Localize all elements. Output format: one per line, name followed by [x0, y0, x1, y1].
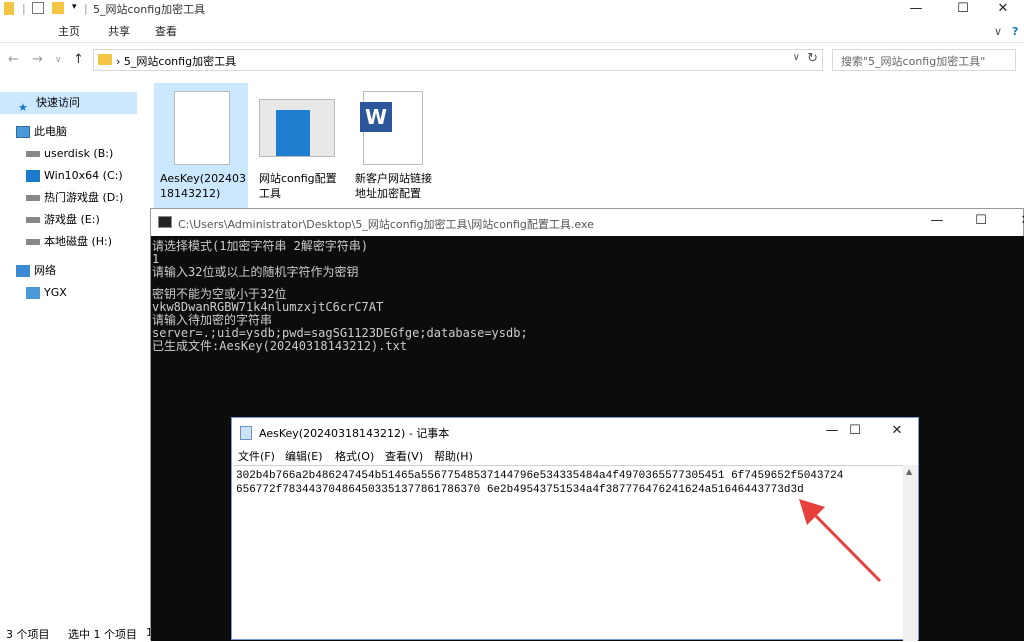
text-file-icon [174, 91, 230, 165]
address-row: ← → ∨ ↑ › 5_网站config加密工具 ∨ ↻ 搜索"5_网站conf… [0, 47, 1024, 75]
folder-icon [98, 54, 112, 65]
notepad-titlebar: AesKey(20240318143212) - 记事本 — ☐ ✕ [232, 418, 918, 446]
nav-this-pc[interactable]: 此电脑 [16, 121, 67, 143]
tab-view[interactable]: 查看 [145, 21, 187, 43]
drive-icon [26, 195, 40, 201]
exe-window-icon [259, 99, 335, 157]
up-icon[interactable]: ↑ [73, 52, 84, 67]
nav-drive-d[interactable]: 热门游戏盘 (D:) [26, 187, 123, 209]
notepad-icon [240, 426, 252, 440]
file-aeskey[interactable]: AesKey(202403 18143212) [154, 83, 248, 208]
customize-qa-icon[interactable]: ▾ [72, 2, 77, 16]
word-doc-icon: W [360, 91, 423, 165]
menu-file[interactable]: 文件(F) [238, 448, 275, 464]
search-input[interactable]: 搜索"5_网站config加密工具" [832, 49, 1016, 71]
notepad-maximize-button[interactable]: ☐ [832, 422, 878, 442]
console-titlebar: C:\Users\Administrator\Desktop\5_网站confi… [151, 209, 1024, 236]
file-label: AesKey(202403 18143212) [160, 172, 247, 200]
close-button[interactable]: ✕ [980, 0, 1024, 20]
nav-label: 热门游戏盘 (D:) [44, 191, 124, 204]
nav-label: YGX [44, 286, 67, 299]
separator: | [84, 2, 88, 15]
drive-icon [26, 151, 40, 157]
file-config-tool[interactable]: 网站config配置 工具 [253, 83, 347, 208]
window-title: 5_网站config加密工具 [93, 3, 206, 16]
windows-drive-icon [26, 170, 40, 182]
nav-drive-e[interactable]: 游戏盘 (E:) [26, 209, 100, 231]
console-title: C:\Users\Administrator\Desktop\5_网站confi… [178, 218, 594, 231]
star-icon: ★ [18, 101, 28, 114]
folder-icon [4, 2, 14, 15]
tab-home[interactable]: 主页 [48, 21, 90, 43]
address-bar[interactable]: › 5_网站config加密工具 ∨ ↻ [93, 49, 823, 71]
nav-label: 网络 [34, 264, 56, 277]
computer-icon [26, 287, 40, 299]
tab-share[interactable]: 共享 [98, 21, 140, 43]
navigation-pane: ★ 快速访问 此电脑 userdisk (B:) Win10x64 (C:) 热门… [0, 88, 150, 640]
drive-icon [26, 217, 40, 223]
separator: | [22, 2, 26, 15]
nav-label: 快速访问 [36, 96, 80, 109]
breadcrumb[interactable]: › 5_网站config加密工具 [116, 53, 236, 69]
menu-format[interactable]: 格式(O) [335, 448, 374, 464]
console-line: 已生成文件:AesKey(20240318143212).txt [152, 339, 408, 353]
drive-icon [26, 239, 40, 245]
explorer-titlebar: | ▾ | 5_网站config加密工具 — ☐ ✕ [0, 0, 1024, 20]
computer-icon [16, 126, 30, 138]
console-line: 请输入32位或以上的随机字符作为密钥 [152, 265, 359, 279]
console-close-button[interactable]: ✕ [1003, 212, 1024, 232]
nav-label: 本地磁盘 (H:) [44, 235, 113, 248]
forward-icon[interactable]: → [32, 52, 43, 67]
notepad-title: AesKey(20240318143212) - 记事本 [259, 427, 450, 440]
nav-label: userdisk (B:) [44, 147, 114, 160]
text-line: 302b4b766a2b486247454b51465a556775485371… [236, 470, 844, 482]
nav-quick-access[interactable]: ★ 快速访问 [0, 92, 137, 114]
console-minimize-button[interactable]: — [914, 212, 960, 232]
refresh-icon[interactable]: ↻ [807, 51, 818, 66]
new-folder-icon[interactable] [52, 2, 64, 14]
properties-icon[interactable] [32, 2, 44, 14]
notepad-menubar: 文件(F) 编辑(E) 格式(O) 查看(V) 帮助(H) [232, 446, 918, 465]
nav-label: 此电脑 [34, 125, 67, 138]
ribbon-tabs: 文件 主页 共享 查看 ∨ ? [0, 21, 1024, 229]
nav-drive-c[interactable]: Win10x64 (C:) [26, 165, 123, 187]
notepad-close-button[interactable]: ✕ [874, 422, 920, 442]
file-word-doc[interactable]: W 新客户网站链接 地址加密配置 [349, 83, 443, 208]
back-icon[interactable]: ← [8, 52, 19, 67]
recent-dropdown-icon[interactable]: ∨ [55, 55, 62, 65]
scroll-up-icon[interactable]: ▲ [906, 467, 912, 476]
nav-network[interactable]: 网络 [16, 260, 56, 282]
nav-drive-b[interactable]: userdisk (B:) [26, 143, 113, 165]
nav-label: 游戏盘 (E:) [44, 213, 100, 226]
arrow-shaft [807, 507, 882, 583]
minimize-button[interactable]: — [893, 0, 939, 20]
annotation-arrow [799, 499, 882, 583]
menu-edit[interactable]: 编辑(E) [285, 448, 323, 464]
nav-drive-h[interactable]: 本地磁盘 (H:) [26, 231, 112, 253]
network-icon [16, 265, 30, 277]
breadcrumb-current[interactable]: 5_网站config加密工具 [124, 55, 236, 68]
console-line: 请选择模式(1加密字符串 2解密字符串) [152, 239, 369, 253]
console-line: vkw8DwanRGBW71k4nlumzxjtC6crC7AT [152, 300, 384, 314]
menu-view[interactable]: 查看(V) [385, 448, 423, 464]
file-label: 新客户网站链接 地址加密配置 [355, 172, 432, 200]
console-icon [158, 216, 172, 228]
file-label: 网站config配置 工具 [259, 172, 337, 200]
status-bar: 3 个项目 选中 1 个项目 1 [0, 624, 153, 641]
vertical-scrollbar[interactable]: ▲ [903, 465, 918, 641]
nav-network-ygx[interactable]: YGX [26, 282, 67, 304]
help-icon[interactable]: ? [1002, 21, 1024, 43]
menu-help[interactable]: 帮助(H) [434, 448, 473, 464]
console-maximize-button[interactable]: ☐ [958, 212, 1004, 232]
nav-label: Win10x64 (C:) [44, 169, 123, 182]
address-dropdown-icon[interactable]: ∨ [793, 52, 800, 63]
